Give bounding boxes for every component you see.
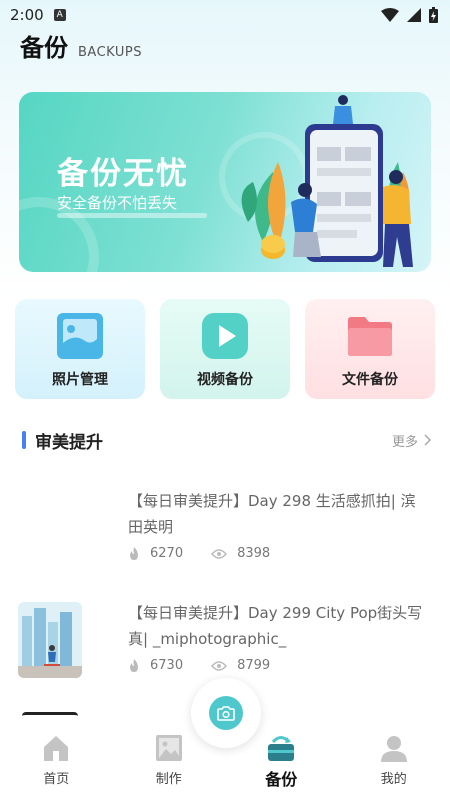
article-title: 【每日审美提升】Day 298 生活感抓拍| 滨田英明 [128, 492, 416, 536]
view-count-value: 8799 [237, 658, 271, 673]
image-edit-icon [155, 735, 182, 761]
page-subtitle: BACKUPS [78, 45, 142, 60]
user-icon [380, 736, 407, 762]
status-time: 2:00 [10, 6, 44, 24]
nav-home-label: 首页 [43, 772, 70, 787]
more-label: 更多 [391, 434, 418, 450]
eye-icon [211, 548, 228, 559]
view-count-value: 8398 [237, 546, 271, 561]
article-thumbnail [18, 602, 82, 678]
page-header: 备份 BACKUPS [20, 28, 142, 63]
page-title: 备份 [20, 34, 68, 62]
chevron-right-icon [424, 434, 432, 446]
camera-button[interactable] [191, 678, 261, 748]
section-header: 审美提升 更多 [22, 428, 432, 453]
photo-icon [57, 313, 103, 359]
like-count-value: 6730 [150, 658, 184, 673]
wifi-icon [381, 8, 399, 22]
banner-subtitle: 安全备份不怕丢失 [57, 194, 178, 212]
article-title: 【每日审美提升】Day 299 City Pop街头写真| _miphotogr… [128, 604, 423, 648]
section-title: 审美提升 [35, 432, 103, 453]
video-backup-card[interactable]: 视频备份 [160, 299, 290, 399]
article-meta: 6270 8398 [128, 546, 298, 561]
nav-make-label: 制作 [155, 772, 182, 787]
flame-icon [130, 546, 138, 560]
view-count: 8398 [211, 546, 270, 561]
like-count: 6270 [128, 546, 183, 561]
file-backup-label: 文件备份 [342, 372, 398, 388]
phone-illustration-icon [241, 95, 413, 267]
play-icon [202, 313, 248, 359]
nav-profile[interactable]: 我的 [338, 724, 450, 800]
notification-a-icon: A [53, 9, 66, 21]
battery-icon [429, 7, 438, 23]
section-accent-bar [22, 431, 26, 449]
signal-icon [407, 8, 421, 22]
article-meta: 6730 8799 [128, 658, 298, 673]
promo-banner[interactable]: 备份无忧 安全备份不怕丢失 [19, 92, 431, 272]
photo-manage-card[interactable]: 照片管理 [15, 299, 145, 399]
city-skater-image [18, 602, 82, 678]
photo-manage-label: 照片管理 [52, 372, 108, 388]
folder-icon [348, 317, 392, 356]
article-thumbnail-partial [22, 712, 78, 722]
more-link[interactable]: 更多 [392, 431, 432, 450]
article-item[interactable]: 【每日审美提升】Day 298 生活感抓拍| 滨田英明 6270 8398 [0, 488, 450, 583]
flame-icon [130, 658, 138, 672]
video-backup-label: 视频备份 [197, 372, 253, 388]
home-icon [44, 736, 69, 761]
like-count-value: 6270 [150, 546, 184, 561]
eye-icon [211, 660, 228, 671]
status-bar: 2:00 A [0, 0, 450, 30]
banner-underline [57, 213, 207, 218]
nav-backup-label: 备份 [265, 770, 298, 789]
nav-profile-label: 我的 [380, 772, 407, 787]
banner-title: 备份无忧 [57, 156, 189, 192]
nav-home[interactable]: 首页 [0, 724, 113, 800]
view-count: 8799 [211, 658, 270, 673]
file-backup-card[interactable]: 文件备份 [305, 299, 435, 399]
backup-icon [268, 736, 295, 761]
like-count: 6730 [128, 658, 183, 673]
status-icons [381, 7, 438, 23]
camera-icon [209, 696, 243, 730]
